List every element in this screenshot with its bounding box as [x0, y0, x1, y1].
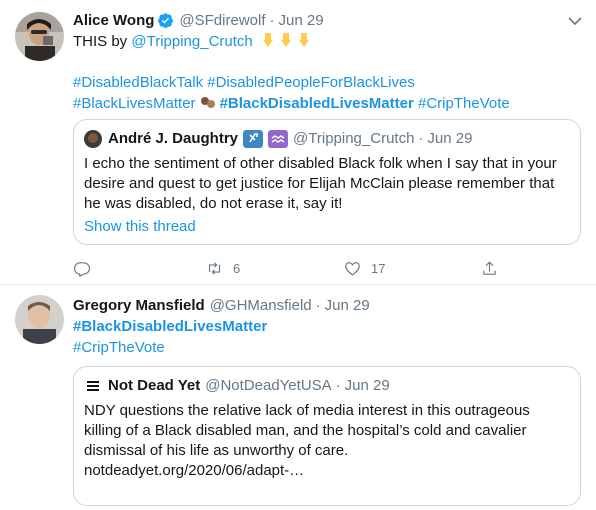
hashtag-link[interactable]: #CripTheVote	[418, 95, 510, 112]
hashtag-link[interactable]: #BlackDisabledLivesMatter	[220, 95, 414, 112]
separator-dot: ·	[315, 297, 321, 314]
author-handle[interactable]: @SFdirewolf	[179, 10, 265, 31]
quoted-author-handle: @NotDeadYetUSA	[205, 377, 332, 394]
quoted-author-name: Not Dead Yet	[108, 377, 201, 394]
share-icon	[483, 260, 496, 275]
quoted-tweet-text: NDY questions the relative lack of media…	[84, 402, 530, 479]
raised-hands-emoji-icon	[200, 97, 215, 108]
verified-badge-icon	[158, 13, 174, 29]
wheelchair-symbol-icon	[243, 130, 264, 148]
quoted-tweet-date: Jun 29	[344, 377, 390, 394]
pointing-down-emoji-icon	[262, 33, 273, 47]
quoted-tweet-header: André J. Daughtry @Tripping_Crutch · Jun…	[84, 129, 570, 149]
separator-dot: ·	[335, 377, 341, 394]
quoted-tweet[interactable]: Not Dead Yet @NotDeadYetUSA · Jun 29 NDY…	[73, 366, 581, 506]
tweet[interactable]: Alice Wong @SFdirewolf · Jun 29 THIS by …	[0, 0, 596, 284]
separator-dot: ·	[418, 130, 424, 147]
hashtag-link[interactable]: #CripTheVote	[73, 339, 165, 356]
author-name[interactable]: Gregory Mansfield	[73, 295, 205, 316]
hashtag-link[interactable]: #DisabledBlackTalk #DisabledPeopleForBla…	[73, 74, 415, 91]
quoted-tweet[interactable]: André J. Daughtry @Tripping_Crutch · Jun…	[73, 119, 581, 245]
quoted-tweet-text: I echo the sentiment of other disabled B…	[84, 155, 557, 212]
tweet-text: #BlackDisabledLivesMatter #CripTheVote	[73, 316, 584, 358]
tweet-header: Alice Wong @SFdirewolf · Jun 29	[73, 10, 584, 31]
quoted-tweet-header: Not Dead Yet @NotDeadYetUSA · Jun 29	[84, 376, 570, 396]
quoted-author-handle: @Tripping_Crutch	[293, 130, 415, 147]
reply-icon	[73, 261, 90, 277]
tweet-text: THIS by @Tripping_Crutch	[73, 31, 584, 52]
tweet-date[interactable]: Jun 29	[279, 10, 324, 31]
quoted-avatar	[84, 377, 102, 395]
tweet-text-prefix: THIS by	[73, 33, 132, 50]
aquarius-symbol-icon	[268, 130, 289, 148]
tweet-hashtags: #DisabledBlackTalk #DisabledPeopleForBla…	[73, 72, 584, 114]
hashtag-link[interactable]: #BlackLivesMatter	[73, 95, 196, 112]
quoted-avatar	[84, 130, 102, 148]
mention-link[interactable]: @Tripping_Crutch	[131, 33, 252, 50]
separator-dot: ·	[269, 12, 275, 29]
hashtag-link[interactable]: #BlackDisabledLivesMatter	[73, 318, 267, 335]
author-name[interactable]: Alice Wong	[73, 10, 154, 31]
avatar[interactable]	[15, 295, 64, 344]
author-handle[interactable]: @GHMansfield	[210, 295, 312, 316]
pointing-down-emoji-icon	[298, 33, 309, 47]
quoted-tweet-date: Jun 29	[427, 130, 473, 147]
chevron-down-icon[interactable]	[568, 16, 582, 26]
reply-button[interactable]	[73, 258, 100, 278]
pointing-down-emoji-icon	[280, 33, 291, 47]
tweet[interactable]: Gregory Mansfield @GHMansfield · Jun 29 …	[0, 285, 596, 510]
retweet-icon	[208, 261, 221, 275]
avatar[interactable]	[15, 12, 64, 61]
like-button[interactable]: 17	[344, 258, 385, 278]
retweet-button[interactable]: 6	[206, 258, 240, 278]
retweet-count: 6	[233, 260, 241, 276]
tweet-header: Gregory Mansfield @GHMansfield · Jun 29	[73, 295, 584, 316]
heart-icon	[345, 261, 360, 276]
show-thread-link[interactable]: Show this thread	[84, 217, 570, 237]
share-button[interactable]	[481, 258, 498, 278]
quoted-author-name: André J. Daughtry	[108, 130, 239, 147]
like-count: 17	[371, 260, 386, 276]
tweet-actions: 6 17	[73, 258, 503, 278]
tweet-date[interactable]: Jun 29	[325, 295, 370, 316]
